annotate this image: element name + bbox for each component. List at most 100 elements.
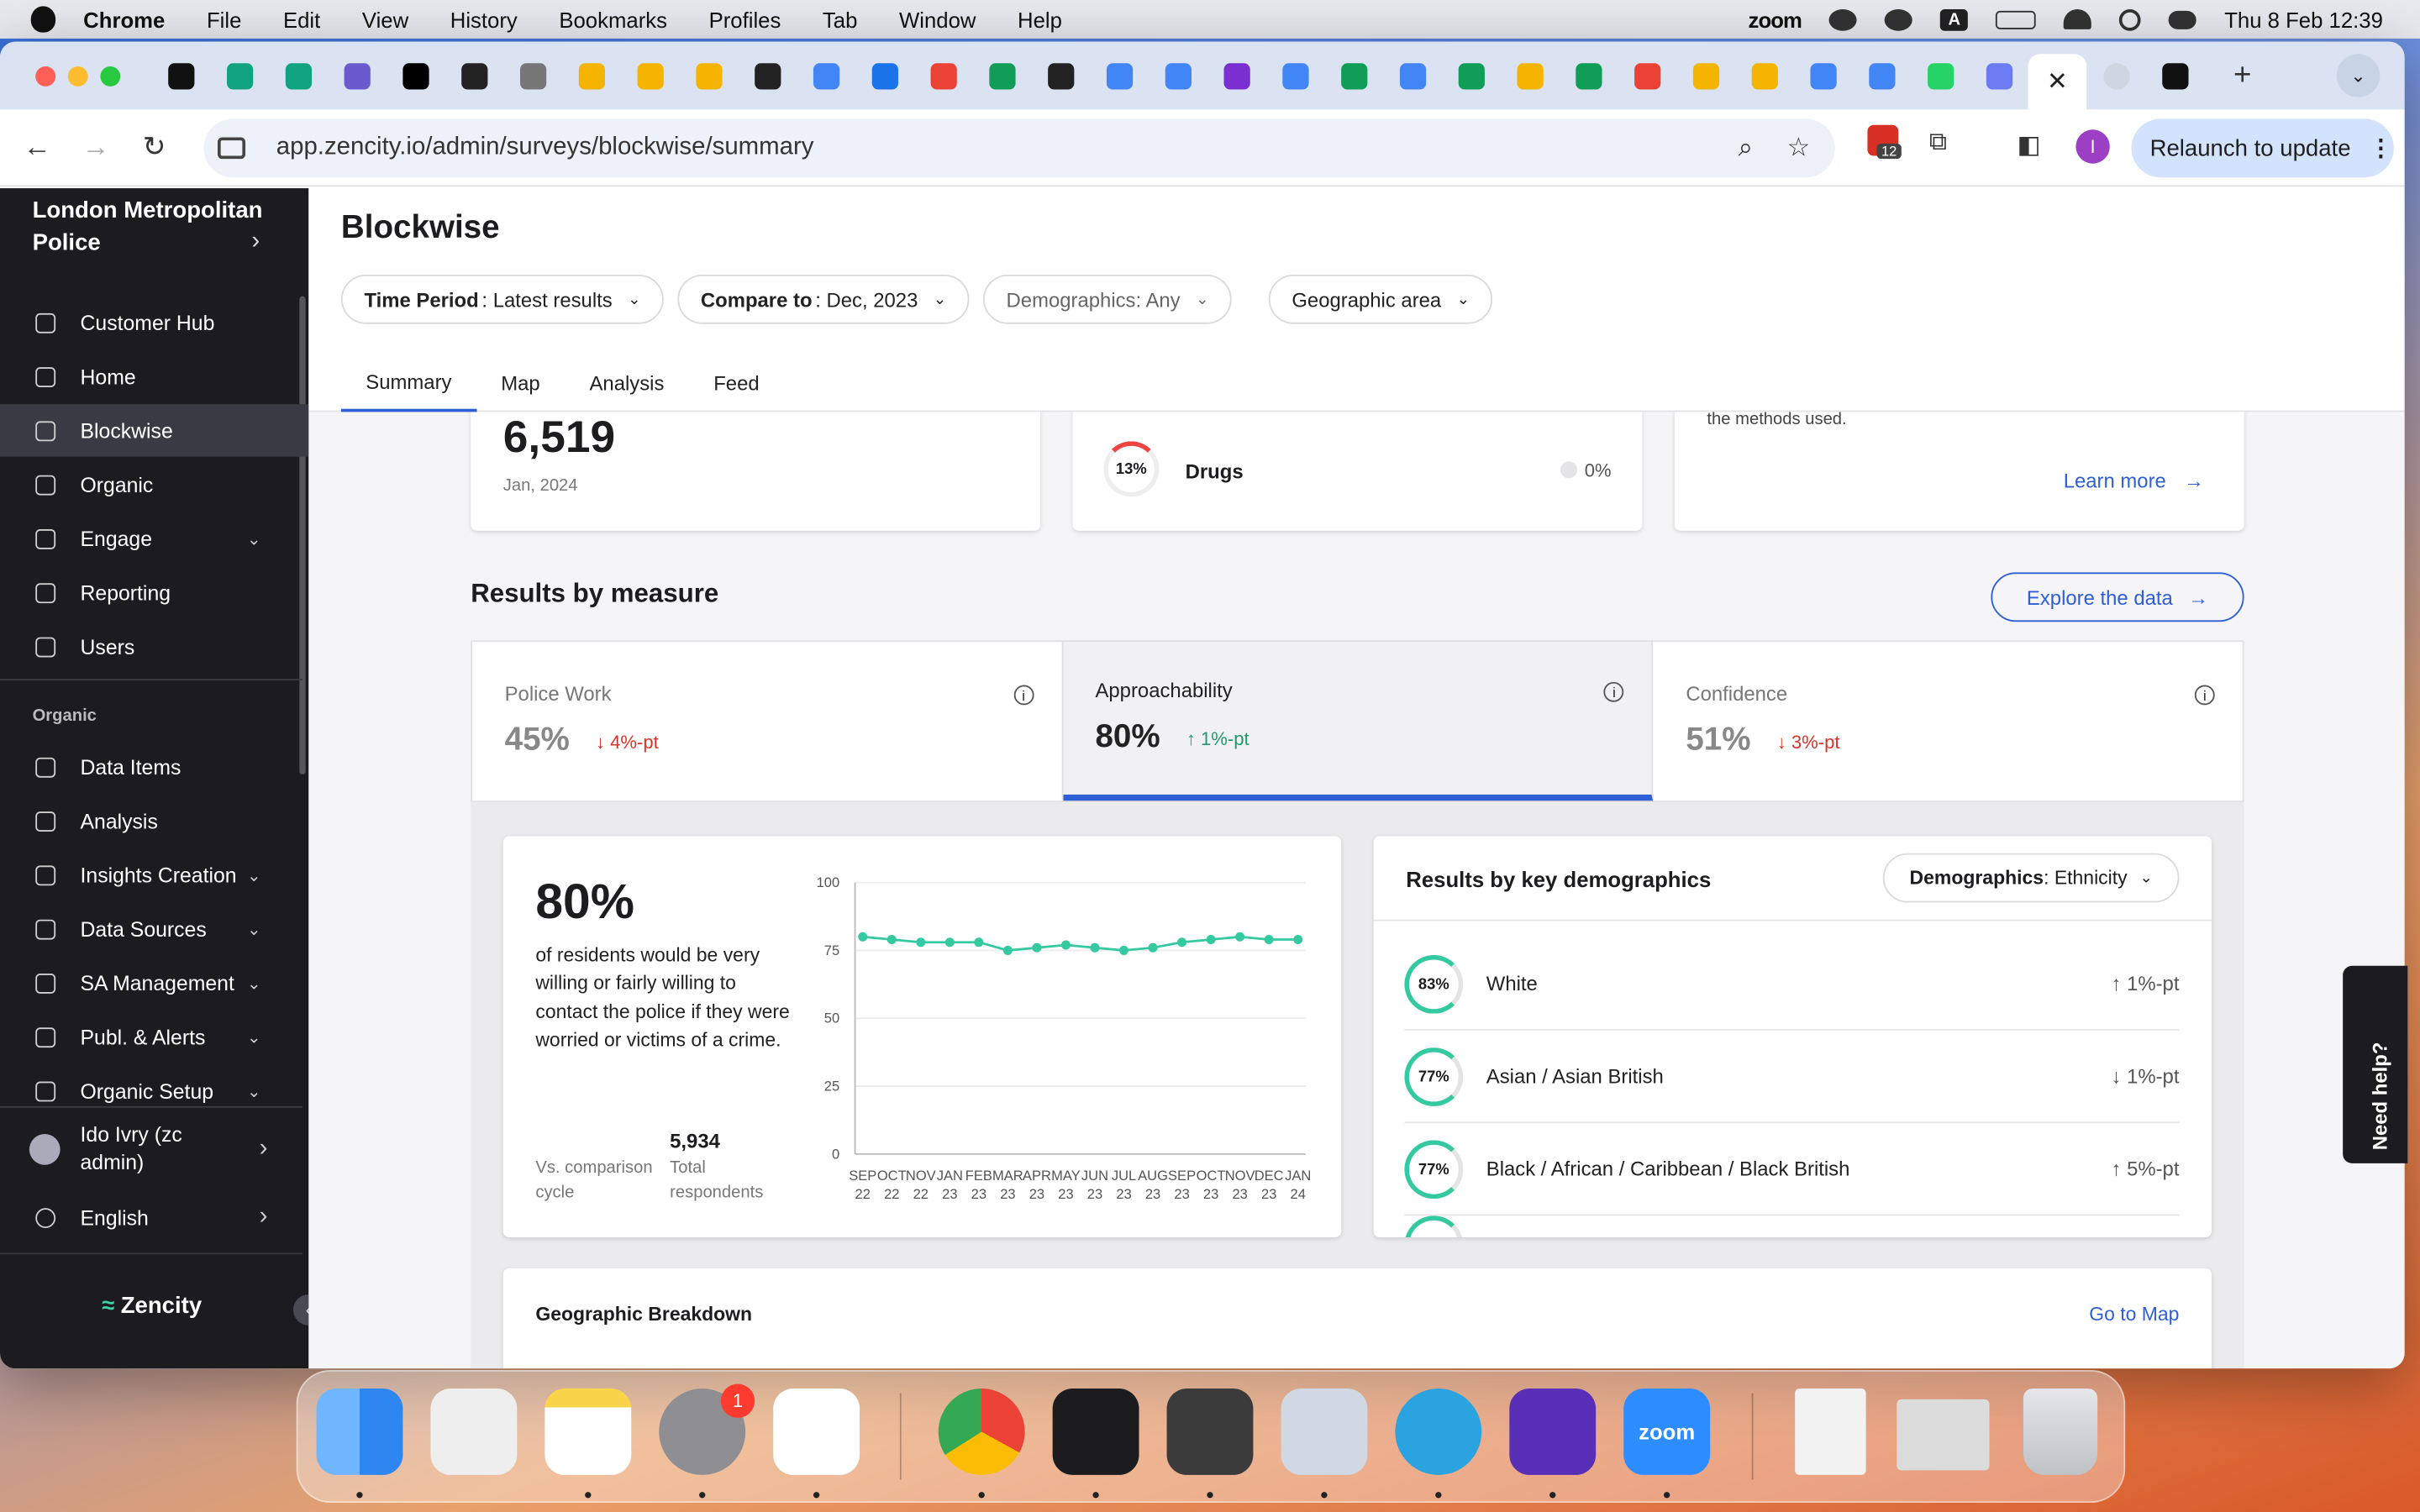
sidebar-item-data-sources[interactable]: Data Sources ⌄	[0, 902, 308, 954]
screenshots-stack-icon[interactable]	[1897, 1399, 1990, 1471]
sidebar-item-home[interactable]: Home	[0, 350, 308, 402]
more-menu-icon[interactable]: ⋮	[2370, 134, 2393, 162]
browser-tab[interactable]	[151, 52, 210, 98]
chrome-icon[interactable]	[938, 1389, 1025, 1475]
browser-tab[interactable]	[797, 52, 855, 98]
url-text[interactable]: app.zencity.io/admin/surveys/blockwise/s…	[276, 134, 814, 162]
browser-tab[interactable]	[1442, 52, 1501, 98]
browser-tab[interactable]	[1265, 52, 1324, 98]
browser-tab[interactable]	[1383, 52, 1442, 98]
address-bar[interactable]: app.zencity.io/admin/surveys/blockwise/s…	[203, 118, 1835, 178]
sidebar-item-users[interactable]: Users	[0, 620, 308, 672]
browser-tab[interactable]	[269, 52, 328, 98]
browser-tab[interactable]	[2145, 52, 2204, 98]
demographics-selector[interactable]: Demographics: Ethnicity ⌄	[1882, 853, 2180, 903]
browser-tab[interactable]	[1852, 52, 1911, 98]
reload-button[interactable]: ↻	[125, 131, 184, 164]
extensions-puzzle-icon[interactable]: ⧉	[1929, 129, 1947, 157]
geographic-area-filter[interactable]: Geographic area ⌄	[1268, 274, 1493, 324]
preview-icon[interactable]	[1281, 1389, 1368, 1475]
menu-window[interactable]: Window	[899, 7, 976, 31]
document-stack-icon[interactable]	[1795, 1389, 1866, 1475]
need-help-widget[interactable]: Need help?	[2343, 965, 2408, 1163]
profile-avatar[interactable]: I	[2075, 129, 2110, 164]
browser-tab[interactable]	[1500, 52, 1559, 98]
zoom-window-icon[interactable]	[100, 66, 121, 86]
browser-tab[interactable]	[1207, 52, 1265, 98]
browser-tab[interactable]	[1149, 52, 1207, 98]
input-source-icon[interactable]: A	[1940, 8, 1969, 30]
sidebar-item-sa-management[interactable]: SA Management ⌄	[0, 957, 308, 1009]
site-info-icon[interactable]	[217, 137, 246, 160]
menu-edit[interactable]: Edit	[283, 7, 320, 31]
sidebar-item-organic-setup[interactable]: Organic Setup ⌄	[0, 1064, 308, 1116]
bookmark-star-icon[interactable]: ☆	[1786, 133, 1810, 164]
measure-police-work[interactable]: Police Work 45% ↓ 4%-pt i	[472, 642, 1063, 801]
info-icon[interactable]: i	[2194, 685, 2215, 706]
tab-map[interactable]: Map	[476, 354, 565, 412]
tab-feed[interactable]: Feed	[689, 354, 784, 412]
browser-tab[interactable]	[562, 52, 621, 98]
browser-tab[interactable]	[503, 52, 562, 98]
sidebar-item-reporting[interactable]: Reporting	[0, 566, 308, 618]
browser-tab-active[interactable]: ✕	[2028, 54, 2087, 110]
minimize-window-icon[interactable]	[67, 66, 88, 86]
sidebar-item-organic[interactable]: Organic	[0, 459, 308, 511]
forward-button[interactable]: →	[66, 131, 125, 164]
side-panel-icon[interactable]: ◧	[2018, 129, 2041, 160]
menu-file[interactable]: File	[207, 7, 241, 31]
menu-app[interactable]: Chrome	[83, 7, 165, 31]
close-tab-icon[interactable]: ✕	[2047, 66, 2068, 97]
menu-help[interactable]: Help	[1018, 7, 1062, 31]
browser-tab[interactable]	[972, 52, 1031, 98]
sidebar-item-data-items[interactable]: Data Items	[0, 741, 308, 793]
launchpad-icon[interactable]	[430, 1389, 518, 1475]
tab-analysis[interactable]: Analysis	[565, 354, 689, 412]
browser-tab[interactable]	[1970, 52, 2028, 98]
control-center-icon[interactable]	[2169, 9, 2197, 29]
browser-tab[interactable]	[210, 52, 269, 98]
browser-tab[interactable]	[679, 52, 738, 98]
status-app-icon[interactable]	[1885, 8, 1913, 30]
info-icon[interactable]: i	[1603, 681, 1624, 702]
browser-tab[interactable]	[1676, 52, 1735, 98]
measure-confidence[interactable]: Confidence 51% ↓ 3%-pt i	[1654, 642, 2243, 801]
browser-tab[interactable]	[2086, 52, 2145, 98]
extension-calendar-icon[interactable]: 12	[1867, 124, 1902, 160]
info-icon[interactable]: i	[1013, 685, 1034, 706]
spotlight-search-icon[interactable]	[2119, 8, 2142, 30]
slack-icon[interactable]	[773, 1389, 860, 1475]
clock[interactable]: Thu 8 Feb 12:39	[2224, 7, 2383, 31]
browser-tab[interactable]	[738, 52, 797, 98]
tab-search-button[interactable]: ⌄	[2336, 54, 2381, 97]
explore-data-button[interactable]: Explore the data →	[1991, 572, 2244, 622]
terminal-icon[interactable]	[1052, 1389, 1139, 1475]
battery-icon[interactable]	[1996, 9, 2037, 29]
browser-tab[interactable]	[1618, 52, 1676, 98]
sidebar-item-publ-alerts[interactable]: Publ. & Alerts ⌄	[0, 1011, 308, 1063]
learn-more-link[interactable]: Learn more →	[2064, 469, 2204, 492]
grammarly-icon[interactable]	[1829, 8, 1858, 30]
browser-tab[interactable]	[1911, 52, 1970, 98]
menu-tab[interactable]: Tab	[823, 7, 857, 31]
zoom-app-icon[interactable]: zoom	[1623, 1389, 1711, 1475]
time-period-filter[interactable]: Time Period: Latest results ⌄	[340, 274, 665, 324]
sidebar-item-blockwise[interactable]: Blockwise	[0, 404, 309, 457]
compare-to-filter[interactable]: Compare to: Dec, 2023 ⌄	[677, 274, 970, 324]
demographics-filter[interactable]: Demographics: Any ⌄	[983, 274, 1232, 324]
org-name[interactable]: London Metropolitan Police	[33, 194, 265, 259]
tab-summary[interactable]: Summary	[340, 354, 476, 412]
new-tab-button[interactable]: +	[2213, 52, 2272, 98]
apple-icon[interactable]	[30, 6, 56, 33]
sublime-text-icon[interactable]	[1166, 1389, 1254, 1475]
browser-tab[interactable]	[1090, 52, 1149, 98]
relaunch-button[interactable]: Relaunch to update ⋮	[2131, 118, 2394, 178]
browser-tab[interactable]	[1031, 52, 1090, 98]
chevron-right-icon[interactable]: ›	[251, 228, 260, 256]
browser-tab[interactable]	[1559, 52, 1618, 98]
trash-icon[interactable]	[2023, 1389, 2098, 1475]
browser-tab[interactable]	[1324, 52, 1383, 98]
user-menu[interactable]: Ido Ivry (zc admin) ›	[0, 1110, 308, 1188]
browser-tab[interactable]	[855, 52, 914, 98]
browser-tab[interactable]	[386, 52, 445, 98]
